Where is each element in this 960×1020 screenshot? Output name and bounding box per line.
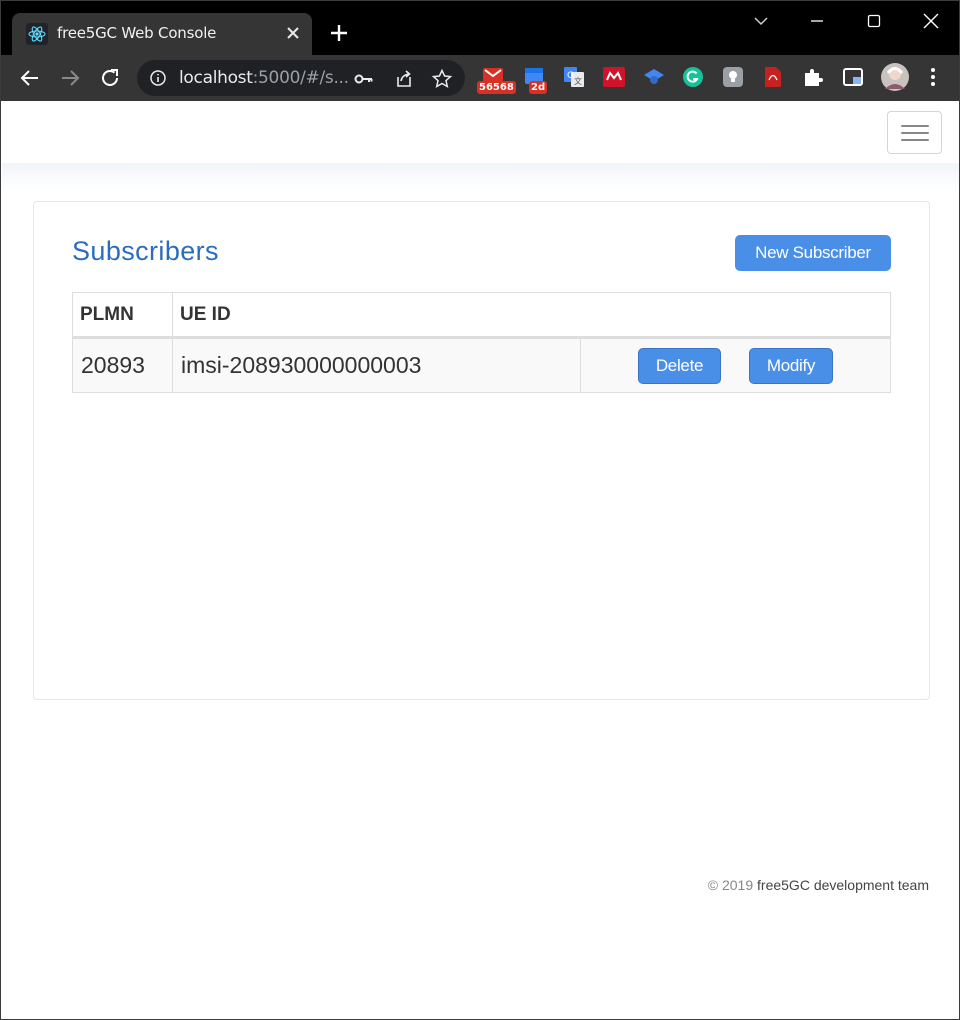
mendeley-icon[interactable] [602, 65, 626, 89]
page-title: Subscribers [72, 236, 219, 266]
react-icon [26, 23, 48, 45]
forward-icon[interactable] [57, 65, 83, 91]
info-icon[interactable] [149, 69, 167, 87]
browser-window: free5GC Web Console localhost:5000/#/s..… [0, 0, 960, 1020]
share-icon[interactable] [393, 68, 415, 90]
calendar-badge: 2d [529, 81, 548, 94]
pdf-icon[interactable] [761, 65, 785, 89]
maximize-icon[interactable] [862, 9, 886, 33]
tab-bar: free5GC Web Console [1, 1, 959, 55]
gmail-extension-icon[interactable]: 56568 [477, 65, 516, 94]
bookmark-star-icon[interactable] [431, 68, 453, 90]
top-navbar [2, 101, 959, 165]
hamburger-menu-button[interactable] [887, 111, 942, 154]
address-bar[interactable]: localhost:5000/#/s... [137, 60, 465, 96]
gmail-badge: 56568 [477, 81, 516, 94]
footer: © 2019 free5GC development team [708, 877, 929, 893]
header-ue-id: UE ID [172, 292, 891, 339]
tab-title: free5GC Web Console [57, 24, 217, 42]
browser-tab[interactable]: free5GC Web Console [12, 13, 312, 55]
cell-plmn: 20893 [72, 337, 173, 393]
tab-search-icon[interactable] [749, 9, 773, 33]
table-row: 20893 imsi-208930000000003 Delete Modify [72, 337, 891, 393]
side-panel-icon[interactable] [841, 65, 865, 89]
menu-kebab-icon[interactable] [921, 65, 945, 89]
reload-icon[interactable] [97, 65, 123, 91]
new-subscriber-button[interactable]: New Subscriber [735, 235, 891, 271]
footer-copyright: © 2019 [707, 877, 754, 893]
translate-icon[interactable]: G 文 [562, 65, 586, 89]
cell-ue-id: imsi-208930000000003 [172, 337, 581, 393]
profile-avatar[interactable] [880, 62, 910, 92]
extensions-puzzle-icon[interactable] [801, 65, 825, 89]
modify-button[interactable]: Modify [749, 348, 833, 384]
scholar-icon[interactable] [642, 65, 666, 89]
cell-actions: Delete Modify [580, 337, 891, 393]
svg-text:文: 文 [574, 76, 582, 86]
url-text[interactable]: localhost:5000/#/s... [179, 68, 349, 88]
back-icon[interactable] [17, 65, 43, 91]
footer-team: free5GC development team [757, 877, 929, 893]
close-tab-icon[interactable] [282, 22, 304, 44]
close-window-icon[interactable] [919, 9, 943, 33]
browser-toolbar: localhost:5000/#/s... 56568 2d G 文 [1, 55, 959, 101]
delete-button[interactable]: Delete [638, 348, 721, 384]
table-header-row: PLMN UE ID [72, 292, 891, 339]
subscribers-card: Subscribers New Subscriber PLMN UE ID 20… [33, 201, 930, 700]
calendar-extension-icon[interactable]: 2d [523, 65, 548, 94]
new-tab-icon[interactable] [327, 21, 351, 45]
minimize-icon[interactable] [805, 9, 829, 33]
key-icon[interactable] [353, 68, 375, 90]
grammarly-icon[interactable] [681, 65, 705, 89]
svg-text:G: G [567, 71, 574, 81]
keep-icon[interactable] [721, 65, 745, 89]
header-plmn: PLMN [72, 292, 173, 339]
subscribers-table: PLMN UE ID 20893 imsi-208930000000003 De… [72, 292, 891, 393]
navbar-shadow [2, 163, 959, 191]
